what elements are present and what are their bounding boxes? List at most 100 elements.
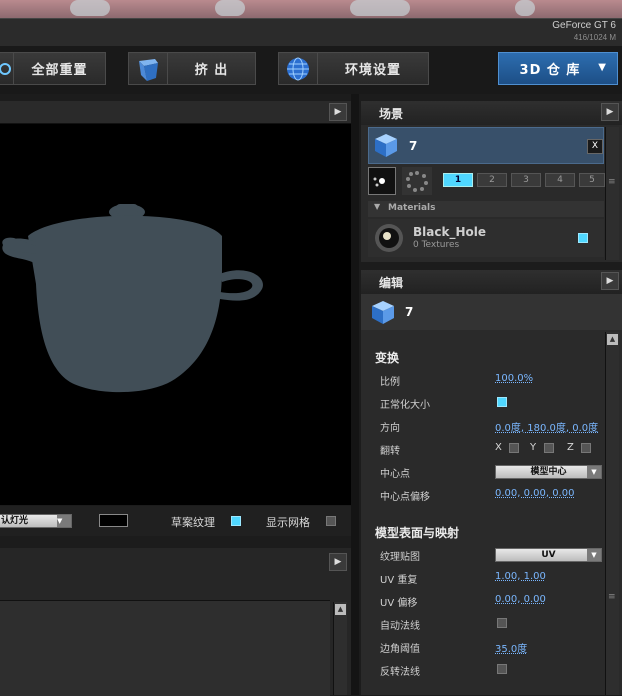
cube-icon: [372, 301, 394, 324]
3d-viewport[interactable]: [0, 124, 351, 505]
flip-x-checkbox[interactable]: [509, 443, 519, 453]
scale-value[interactable]: 100.0%: [495, 373, 533, 384]
texmap-row: 纹理贴图 UV ▼: [368, 544, 604, 567]
layer-tab-4[interactable]: 4: [545, 173, 575, 187]
texmap-label: 纹理贴图: [380, 552, 420, 563]
reset-all-button[interactable]: 全部重置: [0, 52, 106, 85]
scene-object-name: 7: [409, 139, 418, 153]
grip-icon: ≡: [608, 592, 616, 602]
viewport-collapse-button[interactable]: ▶: [329, 103, 347, 121]
edge-threshold-row: 边角阈值 35.0度: [368, 636, 604, 659]
uv-offset-label: UV 偏移: [380, 598, 418, 609]
layer-tab-1[interactable]: 1: [443, 173, 473, 187]
scene-panel: 7 X 1 2 3 4 5 ▼ Materials Black_Hole 0 T…: [361, 125, 622, 262]
normalize-checkbox[interactable]: [497, 397, 507, 407]
draft-texture-checkbox[interactable]: [231, 516, 241, 526]
viewport-options-bar: 认灯光 ▼ 草案纹理 显示网格: [0, 506, 351, 536]
layer-tab-5[interactable]: 5: [579, 173, 605, 187]
cube-icon: [375, 134, 397, 157]
light-select-value: 认灯光: [1, 516, 29, 526]
edit-object-name: 7: [405, 305, 414, 319]
pivot-select-value: 模型中心: [530, 467, 567, 477]
show-grid-label: 显示网格: [266, 516, 310, 529]
flip-y-label: Y: [530, 442, 537, 453]
layer-tab-2[interactable]: 2: [477, 173, 507, 187]
material-sphere-icon: [375, 224, 403, 252]
scroll-up-icon[interactable]: ▲: [335, 604, 346, 615]
material-visible-checkbox[interactable]: [578, 233, 588, 243]
edit-collapse-button[interactable]: ▶: [601, 272, 619, 290]
normalize-label: 正常化大小: [380, 400, 430, 411]
transform-section-title: 变换: [375, 351, 400, 365]
lower-panel-scrollbar[interactable]: ▲: [333, 602, 347, 695]
background-strip: [0, 0, 622, 18]
pivot-select[interactable]: 模型中心 ▼: [495, 465, 602, 479]
gpu-info: GeForce GT 6 416/1024 M: [0, 18, 622, 47]
environment-button[interactable]: 环境设置: [278, 52, 429, 85]
scroll-up-icon[interactable]: ▲: [607, 334, 618, 345]
background-color-swatch[interactable]: [99, 514, 128, 527]
grip-icon: ≡: [608, 177, 616, 187]
scene-collapse-button[interactable]: ▶: [601, 103, 619, 121]
edge-threshold-value[interactable]: 35.0度: [495, 640, 527, 655]
scale-row: 比例 100.0%: [368, 369, 604, 392]
show-grid-checkbox[interactable]: [326, 516, 336, 526]
lower-panel-collapse-button[interactable]: ▶: [329, 553, 347, 571]
direction-label: 方向: [380, 423, 400, 434]
auto-normal-row: 自动法线: [368, 613, 604, 636]
auto-normal-checkbox[interactable]: [497, 618, 507, 628]
close-icon[interactable]: X: [587, 139, 603, 154]
pivot-row: 中心点 模型中心 ▼: [368, 461, 604, 484]
flip-row: 翻转 X Y Z: [368, 438, 604, 461]
viewport-header: ▶: [0, 101, 351, 124]
flip-normal-checkbox[interactable]: [497, 664, 507, 674]
layer-tab-3[interactable]: 3: [511, 173, 541, 187]
extrude-button[interactable]: 挤 出: [128, 52, 256, 85]
3d-repository-button[interactable]: 3D 仓 库 ▼: [498, 52, 618, 85]
scale-label: 比例: [380, 377, 400, 388]
light-select[interactable]: 认灯光 ▼: [0, 514, 72, 528]
edit-title: 编辑: [379, 276, 404, 290]
uv-offset-value[interactable]: 0.00, 0.00: [495, 594, 546, 605]
auto-normal-label: 自动法线: [380, 621, 420, 632]
dropdown-arrow-icon: ▼: [587, 466, 601, 478]
pivot-offset-value[interactable]: 0.00, 0.00, 0.00: [495, 488, 575, 499]
flip-label: 翻转: [380, 446, 400, 457]
flip-z-checkbox[interactable]: [581, 443, 591, 453]
reset-icon: [0, 53, 14, 84]
texmap-select-value: UV: [541, 550, 556, 560]
reset-all-label: 全部重置: [31, 63, 88, 78]
uv-repeat-row: UV 重复 1.00, 1.00: [368, 567, 604, 590]
material-row[interactable]: Black_Hole 0 Textures: [368, 219, 604, 257]
point-light-icon[interactable]: [368, 167, 396, 195]
scene-scrollbar[interactable]: ≡: [605, 127, 619, 260]
uv-offset-row: UV 偏移 0.00, 0.00: [368, 590, 604, 613]
flip-normal-row: 反转法线: [368, 659, 604, 682]
flip-normal-label: 反转法线: [380, 667, 420, 678]
edit-scrollbar[interactable]: ▲ ≡: [605, 332, 619, 695]
cooking-pot-model: [2, 204, 263, 393]
lower-panel: ▶ ▲: [0, 548, 351, 696]
texmap-select[interactable]: UV ▼: [495, 548, 602, 562]
panel-divider[interactable]: [351, 94, 359, 695]
collapse-triangle-icon: ▼: [374, 202, 381, 211]
dropdown-arrow-icon: ▼: [587, 549, 601, 561]
direction-value[interactable]: 0.0度, 180.0度, 0.0度: [495, 419, 598, 434]
uv-repeat-value[interactable]: 1.00, 1.00: [495, 571, 546, 582]
scene-object-row[interactable]: 7 X: [368, 127, 604, 164]
scene-panel-header: 场景 ▶: [361, 101, 622, 126]
edit-object-row: 7: [361, 294, 622, 330]
light-ring-icon[interactable]: [402, 167, 432, 195]
environment-label: 环境设置: [344, 63, 401, 78]
direction-row: 方向 0.0度, 180.0度, 0.0度: [368, 415, 604, 438]
pivot-offset-row: 中心点偏移 0.00, 0.00, 0.00: [368, 484, 604, 507]
flip-x-label: X: [495, 442, 502, 453]
materials-header[interactable]: ▼ Materials: [368, 201, 604, 217]
extrude-label: 挤 出: [194, 63, 229, 78]
draft-texture-label: 草案纹理: [171, 516, 215, 529]
main-toolbar: 全部重置 挤 出 环境设置 3D 仓 库 ▼: [0, 46, 622, 94]
chevron-down-icon: ▼: [598, 62, 607, 73]
flip-y-checkbox[interactable]: [544, 443, 554, 453]
gpu-name: GeForce GT 6: [552, 20, 616, 31]
surface-section-title: 模型表面与映射: [375, 526, 460, 540]
